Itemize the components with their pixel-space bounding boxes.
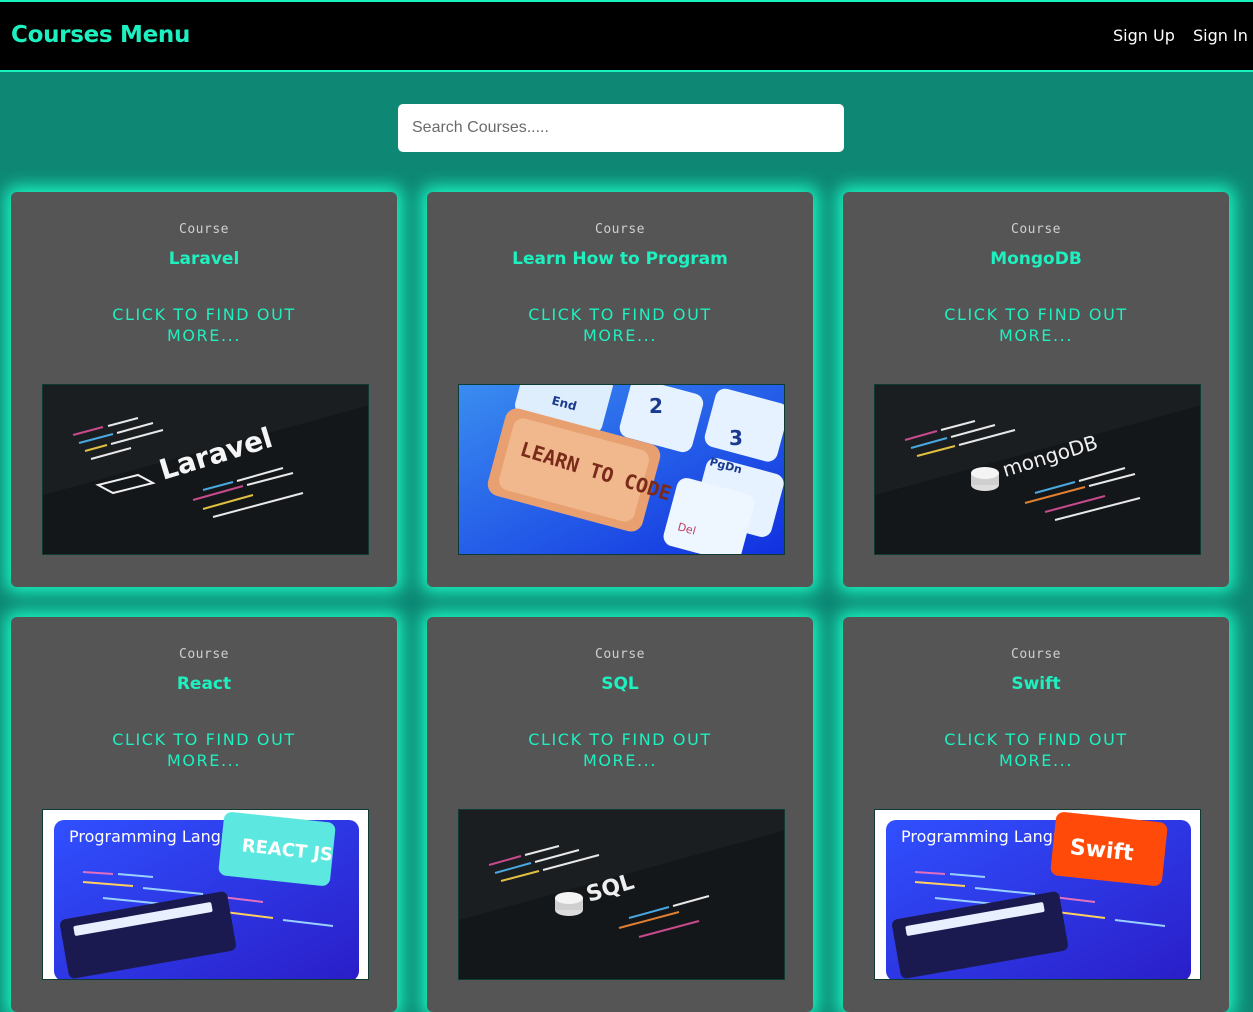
course-image: Programming Language Swift bbox=[874, 809, 1201, 980]
course-title: React bbox=[176, 674, 232, 694]
course-title: SQL bbox=[601, 674, 639, 694]
course-card-swift[interactable]: Course Swift CLICK TO FIND OUT MORE... P… bbox=[843, 617, 1229, 1012]
course-card-mongodb[interactable]: Course MongoDB CLICK TO FIND OUT MORE... bbox=[843, 192, 1229, 587]
find-out-more-link[interactable]: CLICK TO FIND OUT MORE... bbox=[507, 729, 733, 771]
find-out-more-link[interactable]: CLICK TO FIND OUT MORE... bbox=[507, 304, 733, 346]
course-title: MongoDB bbox=[990, 249, 1082, 269]
course-card-react[interactable]: Course React CLICK TO FIND OUT MORE... P… bbox=[11, 617, 397, 1012]
course-title: Swift bbox=[1011, 674, 1061, 694]
sign-in-link[interactable]: Sign In bbox=[1193, 26, 1248, 45]
svg-text:2: 2 bbox=[649, 394, 663, 418]
svg-text:3: 3 bbox=[729, 426, 743, 450]
find-out-more-link[interactable]: CLICK TO FIND OUT MORE... bbox=[923, 729, 1149, 771]
find-out-more-link[interactable]: CLICK TO FIND OUT MORE... bbox=[91, 729, 317, 771]
course-card-laravel[interactable]: Course Laravel CLICK TO FIND OUT MORE... bbox=[11, 192, 397, 587]
course-kicker: Course bbox=[595, 222, 645, 237]
find-out-more-link[interactable]: CLICK TO FIND OUT MORE... bbox=[923, 304, 1149, 346]
course-kicker: Course bbox=[1011, 647, 1061, 662]
course-image: Programming Language REACT JS bbox=[42, 809, 369, 980]
course-image: mongoDB bbox=[874, 384, 1201, 555]
course-image: LEARN TO CODE End 2 3 PgDn Del bbox=[458, 384, 785, 555]
course-title: Laravel bbox=[168, 249, 240, 269]
course-kicker: Course bbox=[179, 647, 229, 662]
course-card-learn-how-to-program[interactable]: Course Learn How to Program CLICK TO FIN… bbox=[427, 192, 813, 587]
course-image: Laravel bbox=[42, 384, 369, 555]
course-kicker: Course bbox=[595, 647, 645, 662]
sign-up-link[interactable]: Sign Up bbox=[1113, 26, 1175, 45]
course-card-sql[interactable]: Course SQL CLICK TO FIND OUT MORE... SQL bbox=[427, 617, 813, 1012]
course-kicker: Course bbox=[179, 222, 229, 237]
brand-title[interactable]: Courses Menu bbox=[11, 22, 190, 48]
top-navbar: Courses Menu Sign Up Sign In bbox=[0, 0, 1253, 72]
course-title: Learn How to Program bbox=[512, 249, 728, 269]
search-courses-input[interactable] bbox=[398, 104, 844, 152]
course-kicker: Course bbox=[1011, 222, 1061, 237]
course-image: SQL bbox=[458, 809, 785, 980]
find-out-more-link[interactable]: CLICK TO FIND OUT MORE... bbox=[91, 304, 317, 346]
